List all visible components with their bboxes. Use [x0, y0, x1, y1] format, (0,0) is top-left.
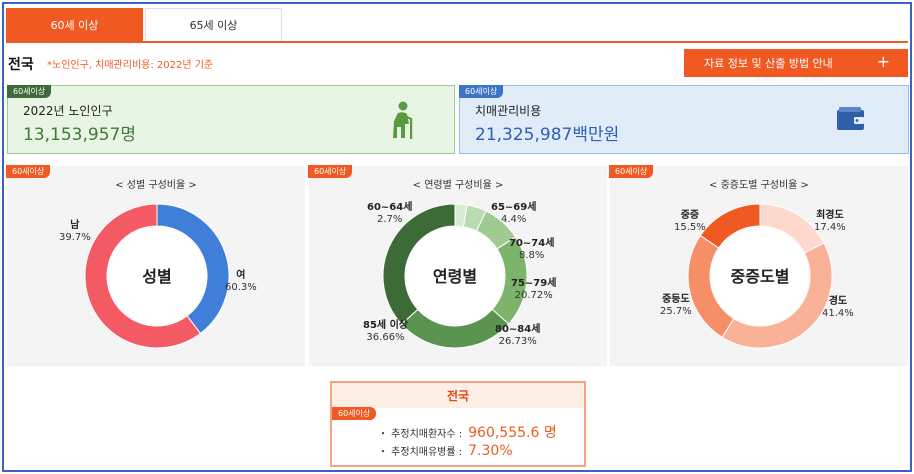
gender-donut-chart: 성별	[84, 203, 230, 349]
age-badge: 60세이상	[7, 85, 52, 98]
age-donut-chart: 연령별	[382, 203, 528, 349]
estimated-patients-label: ・ 추정치매환자수 :	[378, 429, 463, 440]
plus-icon: +	[876, 52, 890, 71]
reference-note: *노인인구, 치매관리비용: 2022년 기준	[47, 60, 214, 71]
cost-value: 21,325,987백만원	[475, 125, 620, 145]
data-info-button[interactable]: 자료 정보 및 산출 방법 안내 +	[684, 49, 908, 77]
donut-center-label: 성별	[142, 267, 171, 286]
national-summary-box: 전국 60세이상 ・ 추정치매환자수 : 960,555.6 명 ・ 추정치매유…	[330, 381, 586, 467]
slice-label-70-74: 70~74세 8.8%	[509, 238, 555, 261]
data-info-button-label: 자료 정보 및 산출 방법 안내	[704, 57, 833, 70]
prevalence-label: ・ 추정치매유병률 :	[378, 447, 463, 458]
cost-card: 60세이상 치매관리비용 21,325,987백만원	[459, 85, 909, 154]
slice-label-male: 남 39.7%	[59, 220, 91, 243]
cost-label: 치매관리비용	[475, 104, 542, 118]
age-badge: 60세이상	[459, 85, 504, 98]
tab-underline	[6, 41, 908, 43]
estimated-patients-row: ・ 추정치매환자수 : 960,555.6 명	[378, 422, 557, 442]
slice-label-female: 여 60.3%	[225, 270, 257, 293]
tab-65-plus[interactable]: 65세 이상	[145, 8, 282, 41]
population-value: 13,153,957명	[23, 125, 136, 145]
prevalence-row: ・ 추정치매유병률 : 7.30%	[378, 443, 513, 459]
prevalence-value: 7.30%	[468, 443, 513, 459]
slice-label-moderate: 중등도 25.7%	[660, 294, 692, 317]
age-chart-panel: 60세이상 < 연령별 구성비율 > 연령별 60~64세 2.7% 65~69…	[308, 165, 607, 366]
region-title: 전국	[8, 57, 34, 73]
age-badge: 60세이상	[332, 407, 377, 420]
wallet-icon	[837, 107, 864, 130]
severity-chart-panel: 60세이상 < 중증도별 구성비율 > 중증도별 최경도 17.4% 경도 41…	[609, 165, 908, 366]
population-label: 2022년 노인인구	[23, 104, 113, 118]
estimated-patients-value: 960,555.6 명	[468, 425, 557, 441]
tab-60-plus[interactable]: 60세 이상	[6, 8, 143, 41]
slice-label-85-plus: 85세 이상 36.66%	[363, 320, 408, 343]
slice-label-80-84: 80~84세 26.73%	[495, 324, 541, 347]
slice-label-mild: 경도 41.4%	[822, 296, 854, 319]
slice-label-very-mild: 최경도 17.4%	[814, 210, 846, 233]
severity-donut-chart: 중증도별	[687, 203, 833, 349]
donut-center-label: 중증도별	[731, 267, 790, 286]
donut-center-label: 연령별	[433, 267, 477, 286]
gender-chart-panel: 60세이상 < 성별 구성비율 > 성별 남 39.7% 여 60.3%	[6, 165, 305, 366]
elderly-person-icon	[393, 101, 413, 139]
slice-label-severe: 중증 15.5%	[674, 210, 706, 233]
slice-label-65-69: 65~69세 4.4%	[491, 202, 537, 225]
summary-title: 전국	[332, 383, 584, 408]
population-card: 60세이상 2022년 노인인구 13,153,957명	[7, 85, 455, 154]
slice-label-60-64: 60~64세 2.7%	[367, 202, 413, 225]
slice-label-75-79: 75~79세 20.72%	[511, 278, 557, 301]
